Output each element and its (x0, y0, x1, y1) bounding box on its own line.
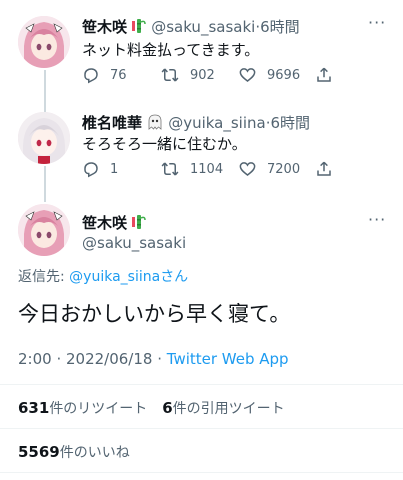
retweet-count: 1104 (190, 161, 224, 177)
share-icon (317, 161, 331, 176)
likes-link[interactable]: 5569件のいいね (18, 442, 130, 462)
reply-to-label: 返信先: (18, 269, 65, 285)
reply-to-suffix: さん (160, 269, 189, 285)
quote-total: 6 (162, 399, 173, 417)
divider (0, 384, 403, 385)
divider (0, 428, 403, 429)
quote-tweets-link[interactable]: 6件の引用ツイート (162, 399, 285, 417)
heart-icon (239, 162, 256, 176)
reply-to: 返信先: @yuika_siinaさん (18, 266, 188, 286)
display-name[interactable]: 笹木咲 (82, 18, 127, 36)
retweet-total: 631 (18, 399, 50, 417)
user-handle[interactable]: @yuika_siina (168, 114, 266, 132)
reply-count: 1 (110, 161, 119, 177)
quote-total-label: 件の引用ツイート (172, 401, 285, 417)
retweet-icon (161, 162, 179, 176)
reply-to-handle[interactable]: @yuika_siina (69, 269, 160, 285)
reply-button[interactable]: 76 (82, 66, 127, 84)
tweet-text: そろそろ一緒に住むか。 (82, 135, 247, 153)
retweet-total-label: 件のリツイート (49, 401, 148, 417)
reply-button[interactable]: 1 (82, 160, 118, 178)
retweet-button[interactable]: 1104 (160, 160, 223, 178)
reply-icon (84, 68, 98, 84)
timestamp[interactable]: 6時間 (271, 114, 311, 132)
reply-icon (84, 162, 98, 178)
more-options-icon[interactable]: ··· (368, 13, 386, 32)
divider (0, 472, 403, 473)
thread-line (44, 70, 46, 112)
tweet-timestamp[interactable]: 2:00 · 2022/06/18 · (18, 350, 162, 368)
display-name[interactable]: 椎名唯華 (82, 114, 142, 132)
bamboo-icon (132, 18, 146, 38)
share-button[interactable] (315, 160, 343, 178)
like-total: 5569 (18, 443, 60, 461)
like-count: 7200 (267, 161, 301, 177)
tweet-text: ネット料金払ってきます。 (82, 41, 260, 59)
thread-line (44, 166, 46, 202)
share-icon (317, 67, 331, 82)
display-name[interactable]: 笹木咲 (82, 214, 127, 232)
share-button[interactable] (315, 66, 343, 84)
tweet-source[interactable]: Twitter Web App (167, 350, 289, 368)
avatar[interactable] (18, 204, 70, 256)
user-handle[interactable]: @saku_sasaki (151, 18, 255, 36)
bamboo-icon (132, 214, 146, 234)
main-tweet-text: 今日おかしいから早く寝て。 (18, 302, 291, 326)
retweet-count: 902 (190, 67, 215, 83)
like-button[interactable]: 7200 (238, 160, 300, 178)
more-options-icon[interactable]: ··· (368, 210, 386, 229)
ghost-icon (147, 114, 163, 134)
reply-count: 76 (110, 67, 127, 83)
heart-icon (239, 68, 256, 82)
avatar[interactable] (18, 16, 70, 68)
retweet-button[interactable]: 902 (160, 66, 215, 84)
avatar[interactable] (18, 112, 70, 164)
retweets-link[interactable]: 631件のリツイート (18, 399, 152, 417)
like-button[interactable]: 9696 (238, 66, 300, 84)
like-total-label: 件のいいね (59, 445, 130, 461)
user-handle[interactable]: @saku_sasaki (82, 234, 186, 252)
timestamp[interactable]: 6時間 (260, 18, 300, 36)
like-count: 9696 (267, 67, 301, 83)
retweet-icon (161, 68, 179, 82)
